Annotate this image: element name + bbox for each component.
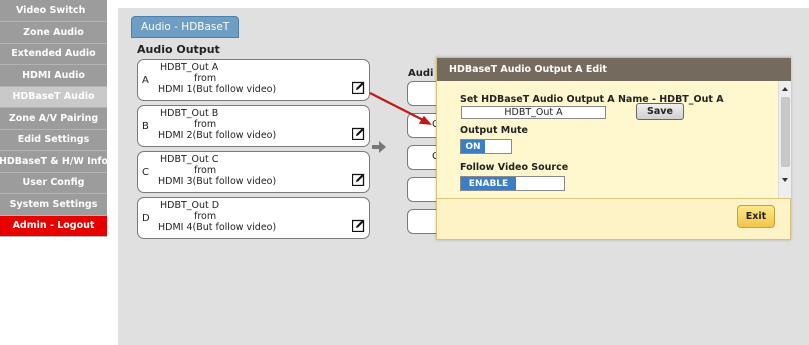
exit-button[interactable]: Exit: [737, 205, 775, 228]
sidebar-nav: Video Switch Zone Audio Extended Audio H…: [0, 0, 109, 345]
sidebar-item-hdbaset-hw-info[interactable]: HDBaseT & H/W Info: [0, 151, 109, 173]
dialog-divider: [437, 198, 791, 199]
follow-video-label: Follow Video Source: [460, 162, 569, 173]
sidebar-item-edid-settings[interactable]: Edid Settings: [0, 129, 107, 151]
sidebar-item-label: HDBaseT Audio: [12, 91, 95, 103]
sidebar-item-label: HDMI Audio: [22, 69, 85, 81]
sidebar-item-hdbaset-audio[interactable]: HDBaseT Audio: [0, 86, 107, 108]
sidebar-item-system-settings[interactable]: System Settings: [0, 194, 107, 216]
follow-video-toggle[interactable]: ENABLE: [460, 176, 565, 191]
output-name-field[interactable]: [461, 106, 606, 119]
sidebar-item-label: HDBaseT & H/W Info: [0, 155, 109, 167]
output-mute-toggle[interactable]: ON: [460, 139, 512, 154]
toggle-state: ON: [461, 140, 485, 153]
sidebar-item-label: System Settings: [9, 198, 98, 210]
scroll-down-icon[interactable]: [782, 178, 788, 182]
edit-dialog: HDBaseT Audio Output A Edit Set HDBaseT …: [436, 57, 791, 240]
save-button[interactable]: Save: [636, 103, 684, 120]
sidebar-item-label: Video Switch: [16, 5, 86, 16]
sidebar-item-label: Extended Audio: [11, 48, 96, 60]
sidebar-item-label: Zone Audio: [23, 26, 84, 38]
sidebar-item-admin-logout[interactable]: Admin - Logout: [0, 215, 107, 237]
sidebar-item-hdmi-audio[interactable]: HDMI Audio: [0, 65, 107, 87]
sidebar-item-zone-av-pairing[interactable]: Zone A/V Pairing: [0, 108, 107, 130]
scroll-up-icon[interactable]: [782, 87, 788, 91]
toggle-state: ENABLE: [461, 177, 516, 190]
scroll-thumb[interactable]: [781, 97, 790, 167]
sidebar-item-extended-audio[interactable]: Extended Audio: [0, 43, 107, 65]
app-root: Video Switch Zone Audio Extended Audio H…: [0, 0, 809, 345]
sidebar-item-label: Admin - Logout: [12, 220, 95, 232]
dialog-title: HDBaseT Audio Output A Edit: [437, 58, 791, 81]
sidebar-item-label: Zone A/V Pairing: [8, 112, 99, 124]
sidebar-item-zone-audio[interactable]: Zone Audio: [0, 22, 107, 44]
name-field-label: Set HDBaseT Audio Output A Name - HDBT_O…: [460, 94, 724, 105]
dialog-scrollbar[interactable]: [778, 81, 791, 198]
sidebar-item-user-config[interactable]: User Config: [0, 172, 107, 194]
sidebar-item-label: Edid Settings: [17, 134, 90, 146]
output-mute-label: Output Mute: [460, 125, 528, 136]
sidebar-item-video-switch[interactable]: Video Switch: [0, 0, 107, 22]
sidebar-item-label: User Config: [22, 177, 85, 189]
